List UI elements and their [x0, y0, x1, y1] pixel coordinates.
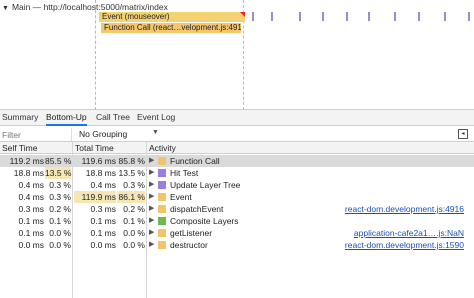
activity-name: dispatchEvent: [170, 204, 224, 214]
total-time-percent: 0.1 %: [123, 216, 145, 226]
column-self-time[interactable]: Self Time: [2, 143, 37, 153]
activity-name: getListener: [170, 228, 213, 238]
total-time-ms: 0.3 ms: [90, 204, 116, 214]
toggle-sidebar-icon[interactable]: ◂: [458, 129, 468, 139]
event-tick[interactable]: [252, 12, 254, 21]
event-tick[interactable]: [346, 12, 348, 21]
self-time-percent: 0.0 %: [49, 228, 71, 238]
self-time-ms: 119.2 ms: [9, 156, 44, 166]
source-link[interactable]: react-dom.development.js:1590: [345, 239, 464, 251]
total-time-percent: 0.0 %: [123, 240, 145, 250]
self-time-ms: 0.4 ms: [18, 180, 44, 190]
self-time-ms: 18.8 ms: [13, 168, 44, 178]
event-tick[interactable]: [299, 12, 301, 21]
event-mouseover-bar[interactable]: Event (mouseover): [99, 12, 245, 22]
event-tick[interactable]: [322, 12, 324, 21]
total-time-percent: 85.8 %: [118, 156, 145, 166]
expand-arrow-icon[interactable]: ▶: [149, 203, 154, 215]
event-tick[interactable]: [468, 12, 470, 21]
main-track-label: Main — http://localhost:5000/matrix/inde…: [11, 2, 168, 12]
self-time-ms: 0.1 ms: [18, 216, 44, 226]
expand-arrow-icon[interactable]: ▶: [149, 227, 154, 239]
table-row[interactable]: 0.1 ms 0.0 % 0.1 ms 0.0 % ▶ getListener applic…: [0, 227, 474, 239]
event-tick[interactable]: [418, 12, 420, 21]
activity-name: Hit Test: [170, 168, 199, 178]
column-total-time[interactable]: Total Time: [75, 143, 114, 153]
source-link[interactable]: application-cafe2a1….js:NaN: [354, 227, 464, 239]
grouping-select[interactable]: No Grouping: [79, 129, 127, 139]
total-time-ms: 18.8 ms: [85, 168, 116, 178]
expand-arrow-icon[interactable]: ▶: [149, 179, 154, 191]
self-time-ms: 0.4 ms: [18, 192, 44, 202]
tab-event-log[interactable]: Event Log: [137, 110, 175, 126]
category-color-swatch: [158, 169, 166, 177]
filter-toolbar: No Grouping ▼ ◂: [0, 127, 474, 142]
event-tick[interactable]: [394, 12, 396, 21]
activity-name: Event: [170, 192, 192, 202]
self-time-percent: 85.5 %: [45, 156, 72, 166]
tab-bottom-up[interactable]: Bottom-Up: [46, 110, 87, 126]
self-time-ms: 0.1 ms: [18, 228, 44, 238]
activity-name: Function Call: [170, 156, 220, 166]
total-time-ms: 119.6 ms: [81, 156, 116, 166]
column-activity[interactable]: Activity: [149, 143, 176, 153]
bottom-up-table: 119.2 ms 85.5 % 119.6 ms 85.8 % ▶ Function Ca…: [0, 155, 474, 251]
category-color-swatch: [158, 241, 166, 249]
table-row[interactable]: 0.3 ms 0.2 % 0.3 ms 0.2 % ▶ dispatchEvent reac…: [0, 203, 474, 215]
category-color-swatch: [158, 229, 166, 237]
self-time-ms: 0.3 ms: [18, 204, 44, 214]
table-row[interactable]: 119.2 ms 85.5 % 119.6 ms 85.8 % ▶ Function Ca…: [0, 155, 474, 167]
self-time-percent: 13.5 %: [45, 167, 72, 179]
self-time-ms: 0.0 ms: [18, 240, 44, 250]
category-color-swatch: [158, 205, 166, 213]
table-row[interactable]: 0.1 ms 0.1 % 0.1 ms 0.1 % ▶ Composite Layers: [0, 215, 474, 227]
source-link[interactable]: react-dom.development.js:4916: [345, 203, 464, 215]
activity-name: Composite Layers: [170, 216, 239, 226]
self-time-percent: 0.0 %: [49, 240, 71, 250]
total-time-ms: 0.1 ms: [90, 228, 116, 238]
details-tab-bar: Summary Bottom-Up Call Tree Event Log: [0, 110, 474, 126]
event-tick[interactable]: [271, 12, 273, 21]
table-row[interactable]: 0.4 ms 0.3 % 0.4 ms 0.3 % ▶ Update Layer Tree: [0, 179, 474, 191]
expand-arrow-icon[interactable]: ▶: [149, 191, 154, 203]
time-divider: [95, 0, 96, 110]
total-time-ms: 0.4 ms: [90, 180, 116, 190]
timeline-panel[interactable]: ▼ Main — http://localhost:5000/matrix/ind…: [0, 0, 474, 110]
category-color-swatch: [158, 193, 166, 201]
filter-input[interactable]: [0, 128, 72, 141]
self-time-percent: 0.3 %: [49, 192, 71, 202]
total-time-ms: 0.1 ms: [90, 216, 116, 226]
category-color-swatch: [158, 217, 166, 225]
self-time-percent: 0.2 %: [49, 204, 71, 214]
total-time-percent: 13.5 %: [118, 168, 145, 178]
total-time-percent: 0.0 %: [123, 228, 145, 238]
expand-triangle-icon[interactable]: ▼: [2, 5, 9, 12]
function-call-bar[interactable]: Function Call (react…velopment.js:4916): [101, 23, 241, 33]
expand-arrow-icon[interactable]: ▶: [149, 215, 154, 227]
expand-arrow-icon[interactable]: ▶: [149, 239, 154, 251]
expand-arrow-icon[interactable]: ▶: [149, 155, 154, 167]
dropdown-caret-icon[interactable]: ▼: [152, 129, 159, 136]
total-time-percent: 0.2 %: [123, 204, 145, 214]
main-track-title[interactable]: ▼ Main — http://localhost:5000/matrix/ind…: [2, 2, 168, 12]
total-time-percent: 0.3 %: [123, 180, 145, 190]
category-color-swatch: [158, 181, 166, 189]
total-time-percent: 86.1 %: [117, 191, 145, 203]
self-time-percent: 0.3 %: [49, 180, 71, 190]
table-row[interactable]: 0.4 ms 0.3 % 119.9 ms 86.1 % ▶ Event: [0, 191, 474, 203]
event-tick[interactable]: [368, 12, 370, 21]
activity-name: destructor: [170, 240, 208, 250]
event-tick[interactable]: [444, 12, 446, 21]
activity-name: Update Layer Tree: [170, 180, 241, 190]
expand-arrow-icon[interactable]: ▶: [149, 167, 154, 179]
tab-summary[interactable]: Summary: [2, 110, 38, 126]
table-row[interactable]: 18.8 ms 13.5 % 18.8 ms 13.5 % ▶ Hit Test: [0, 167, 474, 179]
total-time-ms: 0.0 ms: [90, 240, 116, 250]
self-time-percent: 0.1 %: [49, 216, 71, 226]
table-row[interactable]: 0.0 ms 0.0 % 0.0 ms 0.0 % ▶ destructor react-d…: [0, 239, 474, 251]
category-color-swatch: [158, 157, 166, 165]
tab-call-tree[interactable]: Call Tree: [96, 110, 130, 126]
warning-marker-icon: [240, 12, 245, 17]
total-time-ms: 119.9 ms: [74, 191, 116, 203]
